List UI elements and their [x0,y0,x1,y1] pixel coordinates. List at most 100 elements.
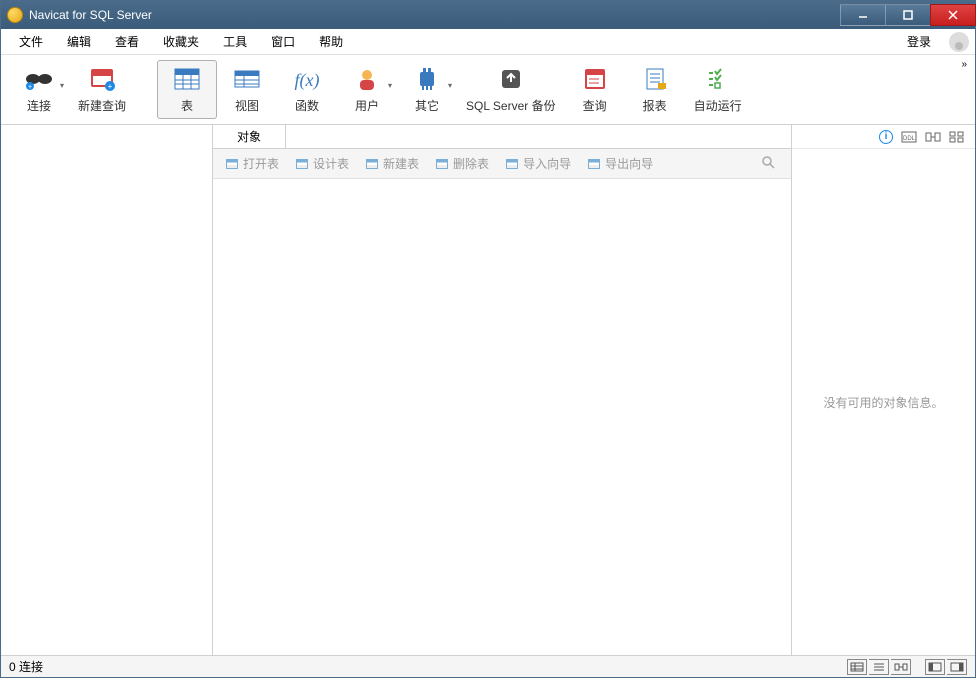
menu-help[interactable]: 帮助 [307,29,355,54]
menu-bar: 文件 编辑 查看 收藏夹 工具 窗口 帮助 登录 [1,29,975,55]
autorun-label: 自动运行 [694,97,742,114]
design-table-icon [295,157,309,171]
new-query-button[interactable]: + 新建查询 [69,60,135,119]
delete-table-button[interactable]: 删除表 [429,152,495,175]
ddl-icon[interactable]: DDL [901,129,917,145]
user-icon [351,65,383,93]
window-controls [840,4,975,26]
open-table-label: 打开表 [243,155,279,172]
design-table-label: 设计表 [313,155,349,172]
design-table-button[interactable]: 设计表 [289,152,355,175]
delete-table-icon [435,157,449,171]
menu-file[interactable]: 文件 [7,29,55,54]
maximize-icon [903,10,913,20]
search-icon[interactable] [751,155,785,172]
export-wizard-label: 导出向导 [605,155,653,172]
new-table-button[interactable]: 新建表 [359,152,425,175]
view-er-icon[interactable] [891,659,911,675]
autorun-button[interactable]: 自动运行 [685,60,751,119]
menu-edit[interactable]: 编辑 [55,29,103,54]
open-table-icon [225,157,239,171]
chevron-down-icon: ▾ [448,81,452,90]
close-icon [948,10,958,20]
info-toolbar: i DDL [792,125,975,149]
connect-label: 连接 [27,97,51,114]
svg-text:+: + [28,84,32,91]
backup-label: SQL Server 备份 [466,97,556,114]
close-button[interactable] [930,4,976,26]
menu-window[interactable]: 窗口 [259,29,307,54]
title-bar: Navicat for SQL Server [1,1,975,29]
menu-tools[interactable]: 工具 [211,29,259,54]
empty-info-text: 没有可用的对象信息。 [823,394,943,411]
new-query-icon: + [86,65,118,93]
object-tab-row: 对象 [213,125,791,149]
svg-text:DDL: DDL [903,136,916,142]
menu-favorites[interactable]: 收藏夹 [151,29,211,54]
menu-view[interactable]: 查看 [103,29,151,54]
avatar-icon[interactable] [949,32,969,52]
panel-right-icon[interactable] [947,659,967,675]
login-link[interactable]: 登录 [895,29,943,54]
panel-left-icon[interactable] [925,659,945,675]
new-table-icon [365,157,379,171]
status-bar: 0 连接 [1,655,975,677]
table-button[interactable]: 表 [157,60,217,119]
info-body: 没有可用的对象信息。 [792,149,975,655]
autorun-icon [702,65,734,93]
new-table-label: 新建表 [383,155,419,172]
view-icon [231,65,263,93]
toolbar-overflow-icon[interactable]: » [961,59,967,70]
query-icon [579,65,611,93]
user-label: 用户 [355,97,379,114]
delete-table-label: 删除表 [453,155,489,172]
backup-icon [495,65,527,93]
function-label: 函数 [295,97,319,114]
view-label: 视图 [235,97,259,114]
report-icon [639,65,671,93]
import-icon [505,157,519,171]
connect-icon: + [23,65,55,93]
view-button[interactable]: 视图 [217,60,277,119]
chevron-down-icon: ▾ [60,81,64,90]
grid-icon[interactable] [949,129,965,145]
export-icon [587,157,601,171]
report-label: 报表 [643,97,667,114]
svg-text:f(x): f(x) [295,70,320,91]
report-button[interactable]: 报表 [625,60,685,119]
info-sidebar: i DDL 没有可用的对象信息。 [791,125,975,655]
query-label: 查询 [583,97,607,114]
table-icon [171,65,203,93]
app-icon [7,7,23,23]
view-list-icon[interactable] [869,659,889,675]
info-icon[interactable]: i [879,130,893,144]
other-icon [411,65,443,93]
user-button[interactable]: 用户 ▾ [337,60,397,119]
navigation-sidebar [1,125,213,655]
import-wizard-label: 导入向导 [523,155,571,172]
minimize-button[interactable] [840,4,886,26]
maximize-button[interactable] [885,4,931,26]
backup-button[interactable]: SQL Server 备份 [457,60,565,119]
main-toolbar: + 连接 ▾ + 新建查询 表 视图 f(x) 函数 用户 ▾ [1,55,975,125]
export-wizard-button[interactable]: 导出向导 [581,152,659,175]
relation-icon[interactable] [925,129,941,145]
status-view-controls [847,659,967,675]
query-button[interactable]: 查询 [565,60,625,119]
other-label: 其它 [415,97,439,114]
main-panel: 对象 打开表 设计表 新建表 删除表 导入向导 导出向导 [213,125,791,655]
function-button[interactable]: f(x) 函数 [277,60,337,119]
minimize-icon [858,10,868,20]
connection-count: 0 连接 [9,658,43,675]
chevron-down-icon: ▾ [388,81,392,90]
table-label: 表 [181,97,193,114]
view-details-icon[interactable] [847,659,867,675]
window-title: Navicat for SQL Server [29,8,840,22]
connect-button[interactable]: + 连接 ▾ [9,60,69,119]
tab-object[interactable]: 对象 [213,125,286,148]
open-table-button[interactable]: 打开表 [219,152,285,175]
import-wizard-button[interactable]: 导入向导 [499,152,577,175]
object-toolbar: 打开表 设计表 新建表 删除表 导入向导 导出向导 [213,149,791,179]
function-icon: f(x) [291,65,323,93]
other-button[interactable]: 其它 ▾ [397,60,457,119]
